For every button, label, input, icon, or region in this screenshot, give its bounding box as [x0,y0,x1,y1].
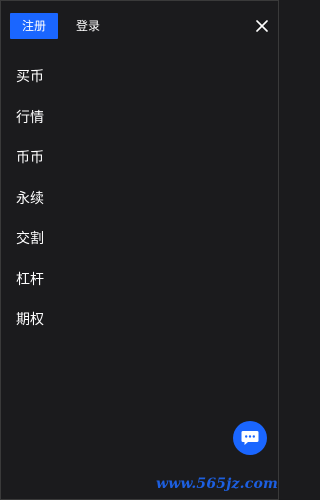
menu-item-label: 交割 [16,231,44,248]
chat-button[interactable] [233,421,267,455]
menu-item-label: 杠杆 [16,271,44,288]
menu-header: 注册 登录 [10,12,269,39]
menu-item-buy-coin[interactable]: 买币 [16,56,44,97]
watermark: www.565jz.com [156,476,279,492]
menu-item-options[interactable]: 期权 [16,299,44,340]
menu-item-spot[interactable]: 币币 [16,137,44,178]
login-label: 登录 [76,19,101,33]
menu-item-delivery[interactable]: 交割 [16,218,44,259]
menu-item-margin[interactable]: 杠杆 [16,259,44,300]
nav-menu: 买币 行情 币币 永续 交割 杠杆 期权 [16,56,44,340]
login-button[interactable]: 登录 [76,17,100,34]
register-button[interactable]: 注册 [10,12,58,39]
register-label: 注册 [21,19,46,33]
menu-item-label: 买币 [16,69,44,86]
menu-item-label: 期权 [16,312,44,329]
close-icon[interactable] [255,19,269,33]
menu-item-label: 永续 [16,190,44,207]
menu-item-perpetual[interactable]: 永续 [16,178,44,219]
chat-bubble-icon [241,431,259,445]
menu-item-label: 行情 [16,109,44,126]
menu-item-markets[interactable]: 行情 [16,97,44,138]
menu-item-label: 币币 [16,150,44,167]
